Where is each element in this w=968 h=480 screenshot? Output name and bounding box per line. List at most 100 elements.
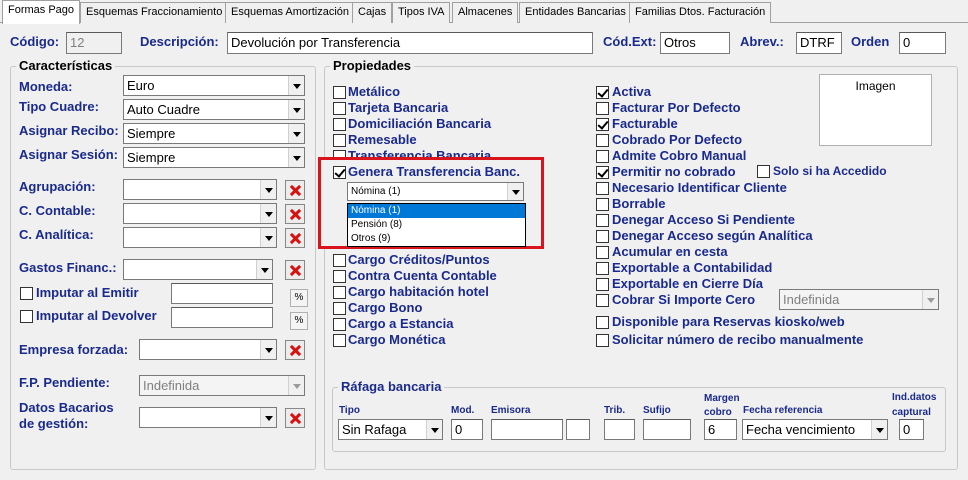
gastos-financ-select[interactable] — [123, 259, 273, 280]
tipo-cuadre-value: Auto Cuadre — [127, 102, 200, 117]
orden-label: Orden — [851, 34, 890, 49]
borrable-checkbox[interactable] — [596, 198, 609, 211]
mod-field[interactable]: 0 — [451, 419, 483, 440]
percent-devolver-button[interactable]: % — [290, 312, 308, 330]
agrupacion-label: Agrupación: — [19, 179, 96, 194]
cargo-estancia-checkbox[interactable] — [333, 318, 346, 331]
tipo-select[interactable]: Sin Rafaga — [338, 419, 443, 440]
sufijo-field[interactable] — [643, 419, 691, 440]
chevron-down-icon — [260, 408, 276, 427]
c-contable-select[interactable] — [123, 203, 277, 224]
tab-esquemas-fraccionamiento[interactable]: Esquemas Fraccionamiento — [80, 2, 229, 23]
moneda-select[interactable]: Euro — [123, 75, 305, 96]
margen-label-1: Margen — [704, 393, 740, 404]
ind-label-2: captural — [892, 407, 931, 418]
clear-c-contable-button[interactable] — [285, 204, 305, 224]
cargo-bono-checkbox[interactable] — [333, 302, 346, 315]
c-contable-label: C. Contable: — [19, 203, 96, 218]
disponible-reservas-checkbox[interactable] — [596, 316, 609, 329]
tarjeta-bancaria-checkbox[interactable] — [333, 102, 346, 115]
agrupacion-select[interactable] — [123, 179, 277, 200]
fecha-ref-label: Fecha referencia — [743, 405, 823, 416]
exportable-contabilidad-checkbox[interactable] — [596, 262, 609, 275]
abrev-label: Abrev.: — [740, 34, 784, 49]
margen-field[interactable]: 6 — [704, 419, 737, 440]
asignar-recibo-label: Asignar Recibo: — [19, 123, 119, 138]
solicitar-recibo-checkbox[interactable] — [596, 334, 609, 347]
clear-c-analitica-button[interactable] — [285, 228, 305, 248]
option-pension[interactable]: Pensión (8) — [348, 218, 525, 232]
imagen-box[interactable]: Imagen — [819, 74, 932, 146]
tab-formas-pago[interactable]: Formas Pago — [2, 0, 81, 24]
fp-pendiente-select[interactable]: Indefinida — [139, 375, 305, 396]
imputar-emitir-checkbox[interactable] — [20, 287, 33, 300]
contra-cuenta-checkbox[interactable] — [333, 270, 346, 283]
cobrado-defecto-checkbox[interactable] — [596, 134, 609, 147]
clear-gastos-button[interactable] — [285, 260, 305, 280]
tab-tipos-iva[interactable]: Tipos IVA — [392, 2, 451, 23]
imputar-devolver-field[interactable] — [171, 307, 273, 328]
necesario-identificar-checkbox[interactable] — [596, 182, 609, 195]
facturar-defecto-checkbox[interactable] — [596, 102, 609, 115]
cargo-monetica-checkbox[interactable] — [333, 334, 346, 347]
datos-bancarios-select[interactable] — [139, 407, 277, 428]
clear-agrupacion-button[interactable] — [285, 180, 305, 200]
tab-entidades-bancarias[interactable]: Entidades Bancarias — [519, 2, 632, 23]
empresa-forzada-select[interactable] — [139, 339, 277, 360]
genera-transferencia-checkbox[interactable] — [333, 166, 346, 179]
clear-datos-bancarios-button[interactable] — [285, 408, 305, 428]
c-analitica-select[interactable] — [123, 227, 277, 248]
option-nomina[interactable]: Nómina (1) — [348, 204, 525, 218]
cargo-habitacion-checkbox[interactable] — [333, 286, 346, 299]
admite-cobro-manual-checkbox[interactable] — [596, 150, 609, 163]
transfer-type-select[interactable]: Nómina (1) — [347, 182, 524, 201]
emisora-dc-field[interactable] — [566, 419, 590, 440]
imputar-emitir-field[interactable] — [171, 283, 273, 304]
codext-label: Cód.Ext: — [603, 34, 657, 49]
tab-familias-dtos[interactable]: Familias Dtos. Facturación — [629, 2, 772, 23]
domiciliacion-checkbox[interactable] — [333, 118, 346, 131]
admite-cobro-manual-label: Admite Cobro Manual — [612, 148, 747, 163]
activa-checkbox[interactable] — [596, 86, 609, 99]
chevron-down-icon — [288, 376, 304, 395]
cargo-monetica-label: Cargo Monética — [348, 332, 446, 347]
tab-almacenes[interactable]: Almacenes — [452, 2, 519, 23]
permitir-no-cobrado-checkbox[interactable] — [596, 166, 609, 179]
exportable-cierre-checkbox[interactable] — [596, 278, 609, 291]
denegar-pendiente-checkbox[interactable] — [596, 214, 609, 227]
imputar-devolver-checkbox[interactable] — [20, 310, 33, 323]
emisora-field[interactable] — [491, 419, 563, 440]
orden-field[interactable]: 0 — [899, 32, 946, 54]
facturable-checkbox[interactable] — [596, 118, 609, 131]
cargo-creditos-checkbox[interactable] — [333, 254, 346, 267]
chevron-down-icon — [256, 260, 272, 279]
codext-field[interactable]: Otros — [660, 32, 730, 54]
transfer-type-list: Nómina (1) Pensión (8) Otros (9) — [347, 203, 526, 247]
acumular-cesta-checkbox[interactable] — [596, 246, 609, 259]
clear-empresa-button[interactable] — [285, 340, 305, 360]
cobrar-importe-cero-checkbox[interactable] — [596, 294, 609, 307]
tipo-cuadre-select[interactable]: Auto Cuadre — [123, 99, 305, 120]
exportable-cierre-label: Exportable en Cierre Día — [612, 276, 763, 291]
imputar-devolver-label: Imputar al Devolver — [36, 308, 157, 323]
denegar-analitica-checkbox[interactable] — [596, 230, 609, 243]
tab-cajas[interactable]: Cajas — [352, 2, 393, 23]
trib-field[interactable] — [604, 419, 635, 440]
fecha-ref-select[interactable]: Fecha vencimiento — [742, 419, 888, 440]
cobrar-cero-value: Indefinida — [783, 292, 840, 307]
descripcion-field[interactable]: Devolución por Transferencia — [227, 32, 593, 54]
codigo-field[interactable]: 12 — [66, 32, 122, 54]
moneda-label: Moneda: — [19, 79, 73, 94]
asignar-recibo-select[interactable]: Siempre — [123, 123, 305, 144]
cobrar-cero-select[interactable]: Indefinida — [779, 289, 939, 310]
tab-esquemas-amortizacion[interactable]: Esquemas Amortización — [225, 2, 355, 23]
codigo-label: Código: — [10, 34, 60, 49]
metalico-checkbox[interactable] — [333, 86, 346, 99]
ind-field[interactable]: 0 — [899, 419, 924, 440]
abrev-field[interactable]: DTRF — [796, 32, 842, 54]
asignar-sesion-select[interactable]: Siempre — [123, 147, 305, 168]
percent-emitir-button[interactable]: % — [290, 289, 308, 307]
solo-accedido-checkbox[interactable] — [757, 165, 770, 178]
remesable-checkbox[interactable] — [333, 134, 346, 147]
option-otros[interactable]: Otros (9) — [348, 232, 525, 246]
